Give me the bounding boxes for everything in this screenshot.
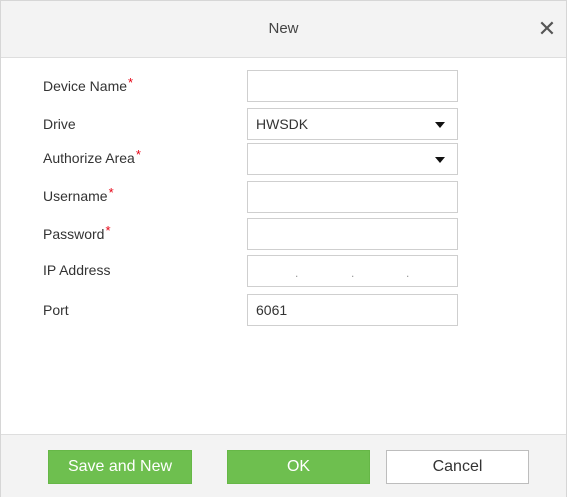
chevron-down-icon [435, 122, 445, 128]
required-marker: * [128, 75, 134, 90]
authorize-area-label: Authorize Area* [43, 147, 141, 166]
drive-label: Drive [43, 116, 76, 132]
required-marker: * [105, 223, 111, 238]
ip-octet-4-input[interactable] [416, 256, 460, 288]
drive-select[interactable]: HWSDK [247, 108, 458, 140]
ip-separator: . [295, 266, 299, 280]
cancel-button[interactable]: Cancel [386, 450, 529, 484]
chevron-down-icon [435, 157, 445, 163]
device-name-input[interactable] [247, 70, 458, 102]
password-label: Password* [43, 223, 111, 242]
ip-separator: . [406, 266, 410, 280]
dialog-header: New ✕ [1, 1, 566, 58]
device-name-label: Device Name* [43, 75, 134, 94]
port-input[interactable] [247, 294, 458, 326]
ip-octet-1-input[interactable] [250, 256, 294, 288]
ok-button[interactable]: OK [227, 450, 370, 484]
ip-address-input[interactable]: . . . [247, 255, 460, 288]
dialog-title: New [268, 20, 299, 37]
drive-selected-value: HWSDK [256, 116, 309, 132]
password-input[interactable] [247, 218, 458, 250]
save-and-new-button[interactable]: Save and New [48, 450, 192, 484]
ip-address-label: IP Address [43, 262, 111, 278]
new-device-dialog: New ✕ Device Name* Drive HWSDK Authorize… [0, 0, 567, 497]
port-label: Port [43, 302, 69, 318]
ip-octet-2-input[interactable] [306, 256, 350, 288]
required-marker: * [135, 147, 141, 162]
username-label: Username* [43, 185, 114, 204]
ip-separator: . [351, 266, 355, 280]
required-marker: * [108, 185, 114, 200]
username-input[interactable] [247, 181, 458, 213]
ip-octet-3-input[interactable] [362, 256, 406, 288]
close-icon[interactable]: ✕ [536, 18, 558, 40]
authorize-area-select[interactable] [247, 143, 458, 175]
